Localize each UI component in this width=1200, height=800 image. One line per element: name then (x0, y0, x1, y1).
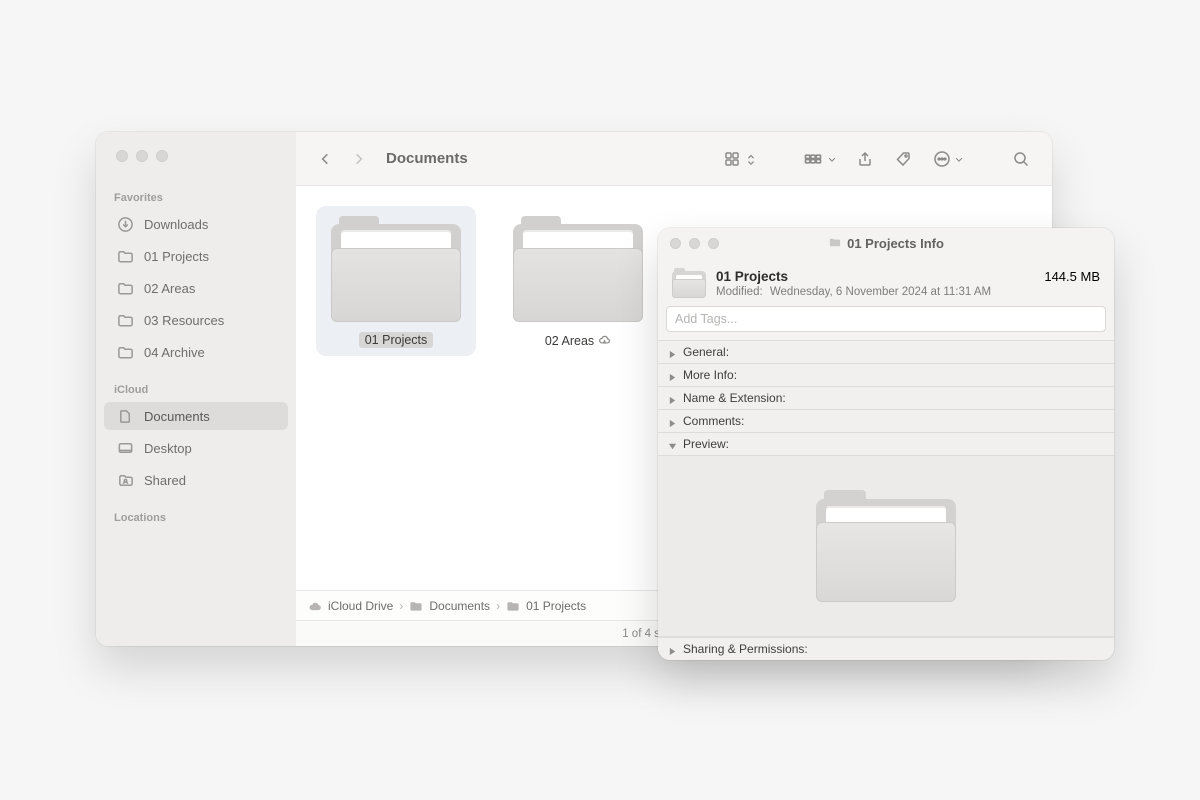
search-button[interactable] (1006, 146, 1036, 172)
folder-label: 02 Areas (545, 334, 594, 348)
folder-icon (116, 311, 134, 329)
share-button[interactable] (850, 146, 880, 172)
document-icon (116, 407, 134, 425)
sidebar-item-04-archive[interactable]: 04 Archive (104, 338, 288, 366)
section-label: More Info: (683, 368, 737, 382)
folder-icon (116, 343, 134, 361)
close-dot[interactable] (116, 150, 128, 162)
folder-icon (513, 214, 643, 322)
sidebar-item-label: Documents (144, 409, 210, 424)
modified-label: Modified: (716, 286, 763, 298)
icloud-heading: iCloud (96, 378, 296, 400)
folder-icon (506, 599, 520, 613)
favorites-heading: Favorites (96, 186, 296, 208)
modified-value: Wednesday, 6 November 2024 at 11:31 AM (770, 286, 991, 298)
get-info-window: 01 Projects Info 01 Projects Modified: W… (658, 228, 1114, 660)
folder-icon (672, 268, 706, 298)
info-header: 01 Projects Modified: Wednesday, 6 Novem… (658, 258, 1114, 306)
section-label: General: (683, 345, 729, 359)
sidebar-item-02-areas[interactable]: 02 Areas (104, 274, 288, 302)
tags-button[interactable] (888, 146, 918, 172)
section-label: Sharing & Permissions: (683, 642, 808, 656)
zoom-dot[interactable] (708, 238, 719, 249)
info-sections: General: More Info: Name & Extension: Co… (658, 340, 1114, 456)
path-segment[interactable]: 01 Projects (526, 599, 586, 613)
section-name-extension[interactable]: Name & Extension: (658, 387, 1114, 410)
path-segment[interactable]: iCloud Drive (328, 599, 393, 613)
close-dot[interactable] (670, 238, 681, 249)
sidebar-item-label: 02 Areas (144, 281, 195, 296)
tags-placeholder: Add Tags... (675, 312, 737, 326)
window-title: Documents (386, 150, 468, 167)
disclosure-right-icon (668, 348, 677, 357)
disclosure-right-icon (668, 645, 677, 654)
folder-icon (331, 214, 461, 322)
disclosure-right-icon (668, 371, 677, 380)
folder-item-02-areas[interactable]: 02 Areas (498, 206, 658, 358)
folder-icon (116, 279, 134, 297)
window-controls (658, 238, 719, 249)
disclosure-right-icon (668, 417, 677, 426)
sidebar-item-label: 04 Archive (144, 345, 205, 360)
preview-area (658, 456, 1114, 637)
folder-icon (409, 599, 423, 613)
path-segment[interactable]: Documents (429, 599, 490, 613)
nav-forward-button[interactable] (346, 146, 372, 172)
sidebar: Favorites Downloads 01 Projects 02 Areas… (96, 132, 296, 646)
toolbar: Documents (296, 132, 1052, 186)
window-controls (96, 132, 296, 186)
folder-icon (828, 235, 842, 252)
sidebar-item-label: Shared (144, 473, 186, 488)
section-label: Name & Extension: (683, 391, 786, 405)
section-label: Comments: (683, 414, 744, 428)
sidebar-item-downloads[interactable]: Downloads (104, 210, 288, 238)
shared-folder-icon (116, 471, 134, 489)
folder-item-01-projects[interactable]: 01 Projects (316, 206, 476, 356)
minimize-dot[interactable] (136, 150, 148, 162)
view-mode-button[interactable] (718, 146, 762, 172)
section-general[interactable]: General: (658, 341, 1114, 364)
group-by-button[interactable] (798, 146, 842, 172)
disclosure-down-icon (668, 440, 677, 449)
info-item-name: 01 Projects (716, 269, 1034, 284)
action-menu-button[interactable] (926, 146, 970, 172)
sidebar-item-03-resources[interactable]: 03 Resources (104, 306, 288, 334)
info-window-title: 01 Projects Info (847, 236, 944, 251)
sidebar-item-label: Desktop (144, 441, 192, 456)
sidebar-item-desktop[interactable]: Desktop (104, 434, 288, 462)
section-sharing-permissions[interactable]: Sharing & Permissions: (658, 637, 1114, 660)
locations-heading: Locations (96, 506, 296, 528)
folder-icon (116, 247, 134, 265)
tags-input[interactable]: Add Tags... (666, 306, 1106, 332)
icloud-icon (308, 599, 322, 613)
section-label: Preview: (683, 437, 729, 451)
sidebar-item-label: Downloads (144, 217, 208, 232)
folder-label: 01 Projects (365, 333, 428, 347)
section-preview[interactable]: Preview: (658, 433, 1114, 456)
sidebar-item-01-projects[interactable]: 01 Projects (104, 242, 288, 270)
info-size: 144.5 MB (1044, 269, 1100, 284)
info-titlebar: 01 Projects Info (658, 228, 1114, 258)
sidebar-item-label: 01 Projects (144, 249, 209, 264)
download-icon (116, 215, 134, 233)
nav-back-button[interactable] (312, 146, 338, 172)
section-more-info[interactable]: More Info: (658, 364, 1114, 387)
minimize-dot[interactable] (689, 238, 700, 249)
desktop-icon (116, 439, 134, 457)
sidebar-item-shared[interactable]: Shared (104, 466, 288, 494)
zoom-dot[interactable] (156, 150, 168, 162)
sidebar-item-documents[interactable]: Documents (104, 402, 288, 430)
disclosure-right-icon (668, 394, 677, 403)
section-comments[interactable]: Comments: (658, 410, 1114, 433)
folder-preview-icon (816, 490, 956, 602)
cloud-download-icon (598, 333, 611, 349)
sidebar-item-label: 03 Resources (144, 313, 224, 328)
